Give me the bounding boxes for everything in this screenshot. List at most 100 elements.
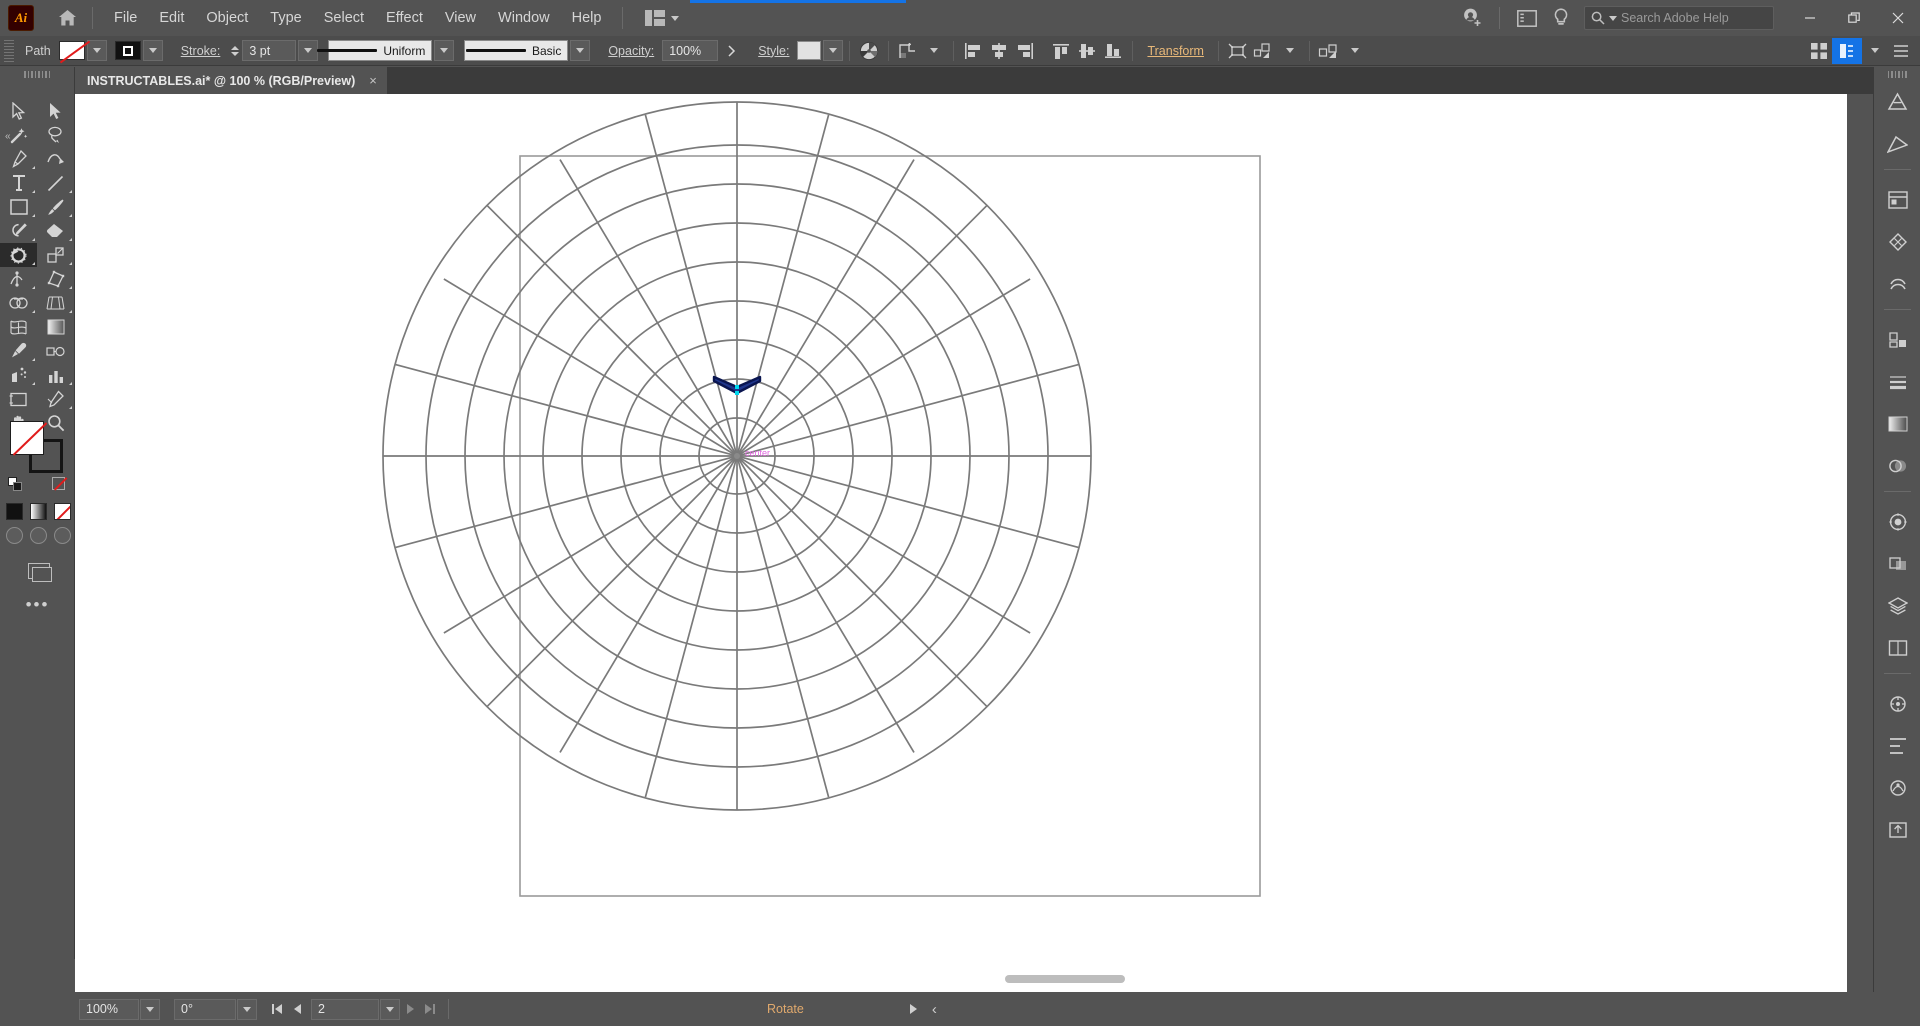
default-fill-stroke-icon[interactable] <box>8 477 22 491</box>
first-artboard-icon[interactable] <box>267 999 287 1020</box>
rotation-origin-point[interactable] <box>734 453 740 459</box>
type-tool[interactable] <box>0 171 37 195</box>
graphic-styles-panel-icon[interactable] <box>1874 767 1920 809</box>
properties-panel-icon[interactable] <box>1874 179 1920 221</box>
anchor-point[interactable] <box>735 385 739 389</box>
tools-panel-grip[interactable] <box>0 67 74 81</box>
artboard-canvas[interactable]: center <box>75 94 1847 992</box>
status-collapse-icon[interactable]: ‹ <box>932 1001 937 1018</box>
preferences-icon[interactable] <box>1832 38 1862 64</box>
scale-tool[interactable] <box>37 243 74 267</box>
draw-normal-icon[interactable] <box>6 527 23 544</box>
swatches-panel-icon[interactable] <box>1874 221 1920 263</box>
next-artboard-icon[interactable] <box>400 999 420 1020</box>
direct-selection-tool[interactable] <box>37 99 74 123</box>
pathfinder-panel-icon[interactable] <box>1874 543 1920 585</box>
gradient-panel-icon[interactable] <box>1874 403 1920 445</box>
align-right-icon[interactable] <box>1012 39 1038 63</box>
shape-modes-icon[interactable] <box>895 39 921 63</box>
rotation-dropdown[interactable] <box>237 999 257 1020</box>
gradient-swatch[interactable] <box>30 503 47 520</box>
status-text[interactable]: Rotate <box>767 1002 804 1016</box>
mesh-tool[interactable] <box>0 315 37 339</box>
horizontal-scroll-thumb[interactable] <box>1005 975 1125 983</box>
shaper-pencil-tool[interactable] <box>0 219 37 243</box>
perspective-grid-tool[interactable] <box>37 291 74 315</box>
curvature-tool[interactable] <box>37 147 74 171</box>
eraser-tool[interactable] <box>37 219 74 243</box>
select-similar-icon[interactable] <box>1251 39 1277 63</box>
edit-toolbar-icon[interactable]: ••• <box>0 595 75 615</box>
recolor-artwork-icon[interactable] <box>856 39 882 63</box>
menu-help[interactable]: Help <box>561 4 613 32</box>
style-label[interactable]: Style: <box>750 44 797 58</box>
slice-tool[interactable] <box>37 387 74 411</box>
panel-options-icon[interactable] <box>1888 39 1914 63</box>
menu-effect[interactable]: Effect <box>375 4 434 32</box>
menu-type[interactable]: Type <box>259 4 312 32</box>
add-collaborator-icon[interactable] <box>1455 3 1489 33</box>
previous-artboard-icon[interactable] <box>287 999 307 1020</box>
document-setup-icon[interactable] <box>1806 39 1832 63</box>
fill-swatch-dropdown[interactable] <box>87 40 107 61</box>
paintbrush-tool[interactable] <box>37 195 74 219</box>
align-middle-vertical-icon[interactable] <box>1074 39 1100 63</box>
opacity-field[interactable]: 100% <box>662 40 718 61</box>
stroke-weight-dropdown[interactable] <box>298 40 318 61</box>
gradient-tool[interactable] <box>37 315 74 339</box>
rectangle-tool[interactable] <box>0 195 37 219</box>
anchor-point[interactable] <box>735 391 739 395</box>
align-panel-icon[interactable] <box>1874 725 1920 767</box>
rotation-field[interactable]: 0° <box>174 999 236 1020</box>
arrange-objects-icon[interactable] <box>1316 39 1342 63</box>
brushes-panel-icon[interactable] <box>1874 263 1920 305</box>
align-bottom-icon[interactable] <box>1100 39 1126 63</box>
restore-button[interactable] <box>1832 0 1876 36</box>
arrange-documents-icon[interactable] <box>1510 3 1544 33</box>
fill-color-box[interactable] <box>10 421 44 455</box>
last-artboard-icon[interactable] <box>420 999 440 1020</box>
artboard-number-field[interactable]: 2 <box>311 999 379 1020</box>
brush-definition-field[interactable]: Basic <box>464 40 568 61</box>
artboards-panel-icon[interactable] <box>1874 627 1920 669</box>
pen-tool[interactable] <box>0 147 37 171</box>
stroke-weight-label[interactable]: Stroke: <box>173 44 229 58</box>
stroke-swatch-dropdown[interactable] <box>143 40 163 61</box>
control-bar-grip[interactable] <box>4 40 14 62</box>
search-input[interactable]: Search Adobe Help <box>1584 6 1774 30</box>
symbols-panel-icon[interactable] <box>1874 319 1920 361</box>
opacity-label[interactable]: Opacity: <box>600 44 662 58</box>
close-button[interactable] <box>1876 0 1920 36</box>
isolate-selected-icon[interactable] <box>1225 39 1251 63</box>
minimize-button[interactable] <box>1788 0 1832 36</box>
close-icon[interactable]: × <box>369 73 377 88</box>
line-segment-tool[interactable] <box>37 171 74 195</box>
free-transform-tool[interactable] <box>37 267 74 291</box>
draw-behind-icon[interactable] <box>30 527 47 544</box>
shape-builder-tool[interactable] <box>0 291 37 315</box>
menu-object[interactable]: Object <box>195 4 259 32</box>
discover-lightbulb-icon[interactable] <box>1544 3 1578 33</box>
stroke-panel-icon[interactable] <box>1874 361 1920 403</box>
draw-inside-icon[interactable] <box>54 527 71 544</box>
swap-fill-stroke-icon[interactable] <box>52 477 65 490</box>
zoom-level-field[interactable]: 100% <box>79 999 139 1020</box>
opacity-options-icon[interactable] <box>718 39 744 63</box>
menu-file[interactable]: File <box>103 4 148 32</box>
menu-view[interactable]: View <box>434 4 487 32</box>
asset-export-panel-icon[interactable] <box>1874 809 1920 851</box>
blend-tool[interactable] <box>37 339 74 363</box>
width-profile-field[interactable]: Uniform <box>328 40 432 61</box>
eyedropper-tool[interactable] <box>0 339 37 363</box>
appearance-panel-icon[interactable] <box>1874 501 1920 543</box>
dock-grip[interactable] <box>1874 67 1920 81</box>
workspace-switcher[interactable] <box>637 6 687 30</box>
stroke-color-swatch[interactable] <box>115 41 141 60</box>
stroke-weight-stepper[interactable] <box>228 40 242 61</box>
column-graph-tool[interactable] <box>37 363 74 387</box>
select-similar-dropdown[interactable] <box>1277 39 1303 63</box>
symbol-sprayer-tool[interactable] <box>0 363 37 387</box>
transform-panel-link[interactable]: Transform <box>1139 44 1212 58</box>
graphic-style-swatch[interactable] <box>797 41 821 60</box>
artboard-tool[interactable] <box>0 387 37 411</box>
